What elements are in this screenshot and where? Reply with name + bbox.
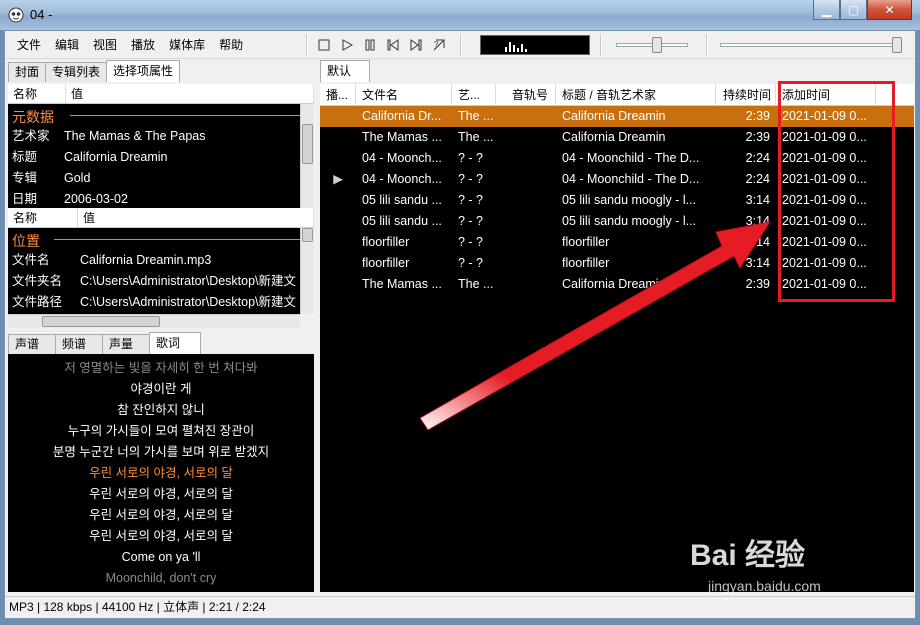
baidu-watermark: Bai 经验	[690, 530, 805, 574]
watermark-url: jingyan.baidu.com	[708, 578, 821, 594]
watermark-brand: Bai 经验	[690, 539, 806, 572]
